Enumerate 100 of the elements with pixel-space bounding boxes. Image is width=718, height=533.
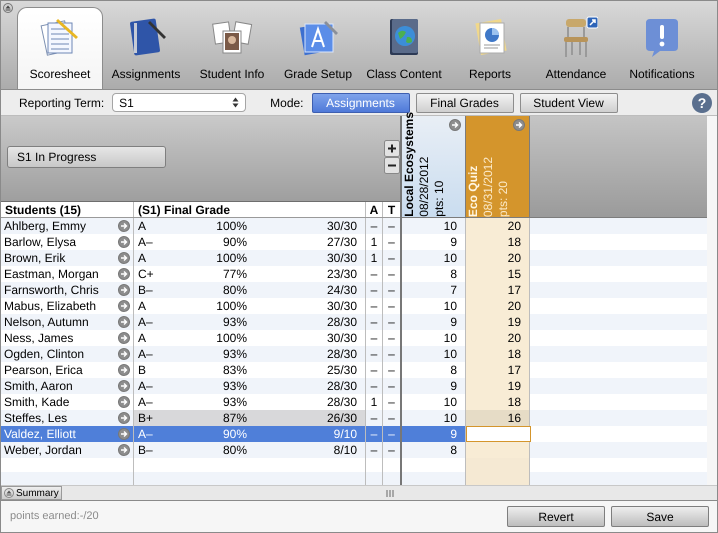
score-cell[interactable]: 17 [466, 362, 530, 378]
arrow-circle-icon[interactable] [118, 364, 130, 376]
score-cell[interactable]: 19 [466, 378, 530, 394]
student-name[interactable]: Nelson, Autumn [4, 314, 89, 330]
arrow-circle-icon[interactable] [118, 348, 130, 360]
mode-button[interactable]: Final Grades [416, 92, 514, 112]
action-button[interactable]: Save [611, 506, 709, 527]
toolbar-tab[interactable]: Reports [447, 7, 533, 89]
name-cell[interactable]: Pearson, Erica [1, 362, 134, 378]
toolbar-tab[interactable]: Grade Setup [275, 7, 361, 89]
score-cell[interactable]: 7 [402, 282, 466, 298]
score-cell[interactable]: 8 [402, 362, 466, 378]
name-cell[interactable]: Nelson, Autumn [1, 314, 134, 330]
name-cell[interactable]: Barlow, Elysa [1, 234, 134, 250]
student-name[interactable]: Barlow, Elysa [4, 234, 76, 250]
score-cell[interactable]: 10 [402, 330, 466, 346]
action-button[interactable]: Revert [507, 506, 605, 527]
plus-button-icon[interactable] [384, 140, 400, 157]
name-cell[interactable]: Weber, Jordan [1, 442, 134, 458]
arrow-circle-icon[interactable] [118, 284, 130, 296]
column-header[interactable]: A [366, 202, 383, 217]
name-cell[interactable]: Smith, Kade [1, 394, 134, 410]
column-header[interactable]: (S1) Final Grade [134, 202, 366, 217]
name-cell[interactable]: Smith, Aaron [1, 378, 134, 394]
reporting-term-dropdown[interactable]: S1 [112, 93, 246, 112]
help-button[interactable]: ? [692, 92, 712, 112]
arrow-circle-icon[interactable] [118, 236, 130, 248]
name-cell[interactable]: Steffes, Les [1, 410, 134, 426]
score-cell[interactable] [466, 442, 530, 458]
name-cell[interactable]: Brown, Erik [1, 250, 134, 266]
student-name[interactable]: Ahlberg, Emmy [4, 218, 86, 234]
student-name[interactable]: Smith, Aaron [4, 378, 73, 394]
score-cell[interactable]: 9 [402, 314, 466, 330]
score-cell[interactable]: 8 [402, 442, 466, 458]
score-cell[interactable]: 15 [466, 266, 530, 282]
arrow-circle-icon[interactable] [118, 412, 130, 424]
score-cell[interactable]: 17 [466, 282, 530, 298]
progress-button[interactable]: S1 In Progress [7, 146, 166, 168]
name-cell[interactable]: Ahlberg, Emmy [1, 218, 134, 234]
student-name[interactable]: Mabus, Elizabeth [4, 298, 96, 314]
score-cell[interactable]: 10 [402, 346, 466, 362]
name-cell[interactable]: Ness, James [1, 330, 134, 346]
toolbar-tab[interactable]: Assignments [103, 7, 189, 89]
summary-button[interactable]: Summary [1, 486, 62, 500]
toolbar-tab[interactable]: Scoresheet [17, 7, 103, 89]
score-cell[interactable]: 18 [466, 234, 530, 250]
score-input-field[interactable] [466, 426, 531, 442]
score-cell[interactable]: 19 [466, 314, 530, 330]
arrow-circle-icon[interactable] [118, 268, 130, 280]
score-cell[interactable]: 9 [402, 378, 466, 394]
score-cell[interactable]: 20 [466, 218, 530, 234]
score-cell[interactable]: 18 [466, 394, 530, 410]
student-name[interactable]: Brown, Erik [4, 250, 66, 266]
score-cell[interactable]: 20 [466, 330, 530, 346]
student-name[interactable]: Smith, Kade [4, 394, 70, 410]
score-cell[interactable]: 10 [402, 218, 466, 234]
name-cell[interactable]: Farnsworth, Chris [1, 282, 134, 298]
arrow-circle-icon[interactable] [513, 119, 525, 131]
student-name[interactable]: Farnsworth, Chris [4, 282, 99, 298]
minus-button-icon[interactable] [384, 157, 400, 174]
resize-handle-icon[interactable] [386, 490, 394, 496]
score-cell[interactable]: 10 [402, 410, 466, 426]
arrow-circle-icon[interactable] [118, 332, 130, 344]
score-cell[interactable]: 20 [466, 250, 530, 266]
score-cell[interactable]: 9 [402, 426, 466, 442]
column-header[interactable]: Students (15) [1, 202, 134, 217]
student-name[interactable]: Pearson, Erica [4, 362, 83, 378]
toolbar-tab[interactable]: Notifications [619, 7, 705, 89]
student-name[interactable]: Steffes, Les [4, 410, 68, 426]
column-header[interactable]: T [383, 202, 400, 217]
arrow-circle-icon[interactable] [118, 444, 130, 456]
student-name[interactable]: Valdez, Elliott [4, 426, 76, 442]
score-cell[interactable]: 18 [466, 346, 530, 362]
student-name[interactable]: Ogden, Clinton [4, 346, 84, 362]
arrow-circle-icon[interactable] [118, 380, 130, 392]
mode-button[interactable]: Student View [520, 92, 618, 112]
score-cell[interactable]: 8 [402, 266, 466, 282]
arrow-circle-icon[interactable] [118, 428, 130, 440]
name-cell[interactable]: Eastman, Morgan [1, 266, 134, 282]
name-cell[interactable]: Valdez, Elliott [1, 426, 134, 442]
arrow-circle-icon[interactable] [449, 119, 461, 131]
toolbar-tab[interactable]: Class Content [361, 7, 447, 89]
toolbar-tab[interactable]: Attendance [533, 7, 619, 89]
score-cell[interactable]: 9 [402, 234, 466, 250]
arrow-circle-icon[interactable] [118, 316, 130, 328]
name-cell[interactable]: Mabus, Elizabeth [1, 298, 134, 314]
score-cell[interactable]: 20 [466, 298, 530, 314]
arrow-circle-icon[interactable] [118, 396, 130, 408]
arrow-circle-icon[interactable] [118, 252, 130, 264]
score-cell[interactable]: 10 [402, 394, 466, 410]
arrow-circle-icon[interactable] [118, 220, 130, 232]
student-name[interactable]: Weber, Jordan [4, 442, 82, 458]
score-cell[interactable]: 10 [402, 298, 466, 314]
toolbar-tab[interactable]: Student Info [189, 7, 275, 89]
score-cell[interactable]: 16 [466, 410, 530, 426]
student-name[interactable]: Eastman, Morgan [4, 266, 99, 282]
collapse-icon[interactable] [3, 3, 13, 13]
student-name[interactable]: Ness, James [4, 330, 74, 346]
arrow-circle-icon[interactable] [118, 300, 130, 312]
score-cell[interactable]: 10 [402, 250, 466, 266]
